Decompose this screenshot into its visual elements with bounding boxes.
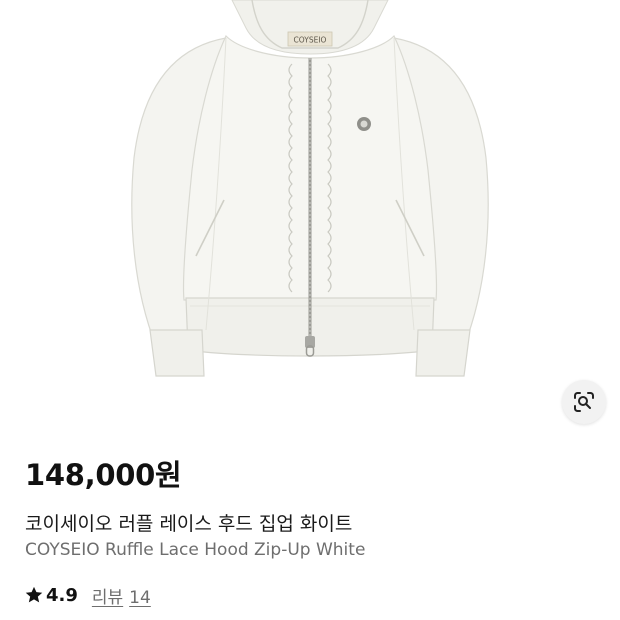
badge-icon — [357, 117, 371, 131]
product-price: 148,000원 — [25, 458, 182, 492]
product-name-korean: 코이세이오 러플 레이스 후드 집업 화이트 — [25, 513, 353, 535]
review-label: 리뷰 — [91, 587, 124, 608]
star-icon — [25, 586, 43, 603]
rating-value: 4.9 — [46, 584, 78, 606]
product-image: COYSEIO — [0, 0, 620, 440]
brand-tag: COYSEIO — [294, 36, 327, 45]
review-link[interactable]: 리뷰 14 — [92, 583, 151, 608]
camera-search-icon — [574, 392, 594, 412]
review-count: 14 — [129, 587, 151, 608]
rating-row: 4.9 리뷰 14 — [24, 582, 151, 608]
hoodie-illustration: COYSEIO — [131, 0, 489, 377]
product-name-english: COYSEIO Ruffle Lace Hood Zip-Up White — [25, 540, 366, 560]
visual-search-button[interactable] — [562, 380, 606, 424]
